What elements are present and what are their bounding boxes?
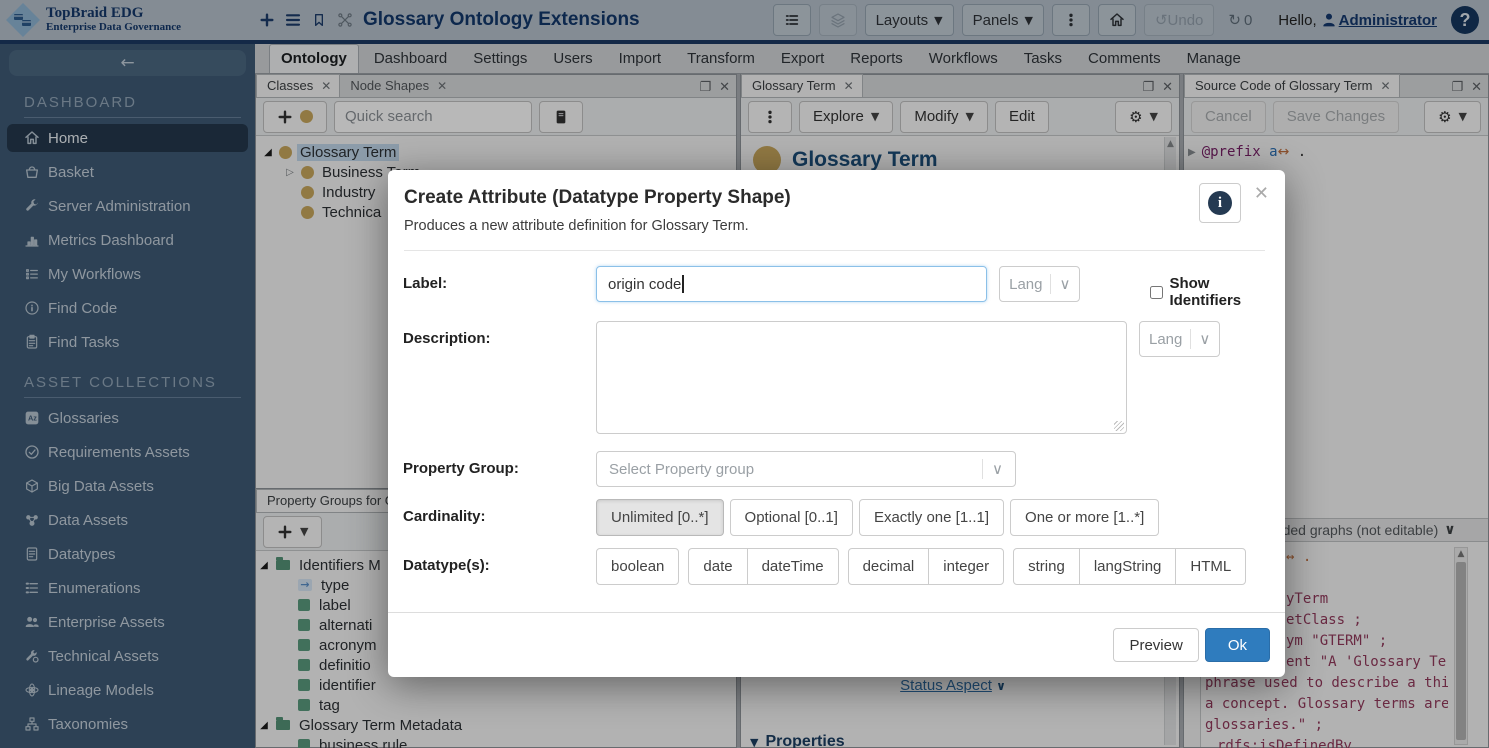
datatype-option-html[interactable]: HTML — [1175, 549, 1245, 584]
dialog-footer: Preview Ok — [388, 612, 1285, 677]
property-group-row: Property Group: Select Property group ∨ — [403, 451, 1285, 487]
show-identifiers-checkbox[interactable] — [1150, 286, 1163, 299]
dialog-subtitle: Produces a new attribute definition for … — [404, 218, 1265, 234]
label-field-label: Label: — [403, 266, 596, 309]
cardinality-option[interactable]: Optional [0..1] — [730, 499, 853, 536]
dialog-title: Create Attribute (Datatype Property Shap… — [404, 187, 1265, 209]
datatype-group: decimalinteger — [848, 548, 1005, 585]
property-group-label: Property Group: — [403, 451, 596, 487]
datatype-option-boolean[interactable]: boolean — [597, 549, 678, 584]
cardinality-row: Cardinality: Unlimited [0..*]Optional [0… — [403, 499, 1285, 536]
label-input[interactable]: origin code — [596, 266, 987, 302]
datatype-option-langstring[interactable]: langString — [1079, 549, 1176, 584]
ok-button[interactable]: Ok — [1205, 628, 1270, 662]
datatype-option-date[interactable]: date — [689, 549, 746, 584]
description-lang-select[interactable]: Lang∨ — [1139, 321, 1220, 357]
datatype-option-string[interactable]: string — [1014, 549, 1079, 584]
datatype-option-decimal[interactable]: decimal — [849, 549, 929, 584]
datatype-option-integer[interactable]: integer — [928, 549, 1003, 584]
resize-grip[interactable] — [1114, 421, 1124, 431]
cardinality-option[interactable]: One or more [1..*] — [1010, 499, 1159, 536]
chevron-down-icon: ∨ — [1059, 275, 1070, 293]
datatype-group: stringlangStringHTML — [1013, 548, 1246, 585]
chevron-down-icon: ∨ — [992, 460, 1003, 478]
chevron-down-icon: ∨ — [1199, 330, 1210, 348]
preview-button[interactable]: Preview — [1113, 628, 1198, 662]
info-button[interactable]: i — [1199, 183, 1241, 223]
datatypes-label: Datatype(s): — [403, 548, 596, 585]
create-attribute-dialog: Create Attribute (Datatype Property Shap… — [388, 170, 1285, 677]
description-row: Description: Lang∨ — [403, 321, 1285, 434]
app-root: TopBraid EDG Enterprise Data Governance … — [0, 0, 1489, 748]
datatype-group: datedateTime — [688, 548, 838, 585]
cardinality-option[interactable]: Unlimited [0..*] — [596, 499, 724, 536]
datatype-option-datetime[interactable]: dateTime — [747, 549, 838, 584]
cardinality-option[interactable]: Exactly one [1..1] — [859, 499, 1004, 536]
text-caret — [682, 275, 684, 293]
label-lang-select[interactable]: Lang∨ — [999, 266, 1080, 302]
show-identifiers-label: Show Identifiers — [1169, 275, 1285, 309]
cardinality-label: Cardinality: — [403, 499, 596, 536]
show-identifiers-toggle[interactable]: Show Identifiers — [1150, 266, 1285, 309]
close-icon[interactable]: ✕ — [1254, 183, 1269, 204]
description-field-label: Description: — [403, 321, 596, 434]
description-textarea[interactable] — [596, 321, 1127, 434]
property-group-select[interactable]: Select Property group ∨ — [596, 451, 1016, 487]
datatypes-row: Datatype(s): boolean datedateTime decimali… — [403, 548, 1285, 585]
dialog-header: Create Attribute (Datatype Property Shap… — [388, 170, 1285, 251]
datatype-group: boolean — [596, 548, 679, 585]
info-icon: i — [1208, 191, 1232, 215]
label-row: Label: origin code Lang∨ Show Identifier… — [403, 266, 1285, 309]
dialog-body: Label: origin code Lang∨ Show Identifier… — [388, 251, 1285, 585]
